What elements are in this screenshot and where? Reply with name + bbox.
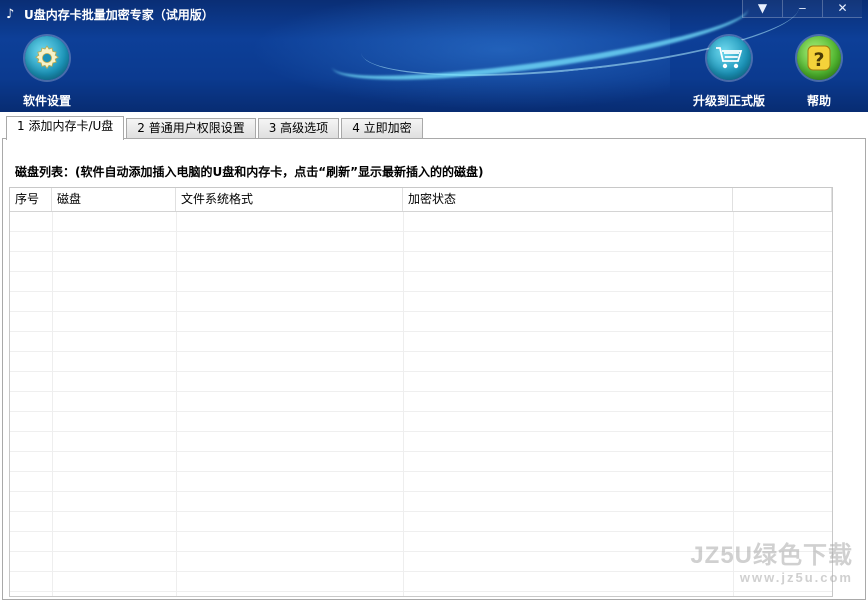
question-icon: ?: [797, 36, 841, 80]
settings-button[interactable]: 软件设置: [12, 36, 82, 109]
column-header-filesystem[interactable]: 文件系统格式: [176, 188, 403, 211]
app-icon: ♪: [6, 7, 15, 22]
disk-list-label: 磁盘列表：(软件自动添加插入电脑的U盘和内存卡，点击“刷新”显示最新插入的的磁盘…: [15, 165, 484, 179]
watermark-title: JZ5U绿色下载: [690, 542, 853, 569]
column-header-empty: [733, 188, 832, 211]
cart-icon: [707, 36, 751, 80]
upgrade-label: 升级到正式版: [692, 94, 765, 108]
column-header-disk[interactable]: 磁盘: [52, 188, 176, 211]
tab-bar: 1 添加内存卡/U盘 2 普通用户权限设置 3 高级选项 4 立即加密: [6, 116, 425, 140]
tab-advanced-options[interactable]: 3 高级选项: [257, 118, 340, 139]
svg-text:?: ?: [813, 49, 824, 71]
column-header-encryption-status[interactable]: 加密状态: [403, 188, 733, 211]
table-header: 序号 磁盘 文件系统格式 加密状态: [10, 188, 832, 212]
column-header-index[interactable]: 序号: [10, 188, 52, 211]
menu-dropdown-button[interactable]: ▼: [742, 0, 782, 18]
help-label: 帮助: [806, 94, 831, 108]
upgrade-button[interactable]: 升级到正式版: [692, 36, 766, 109]
tab-panel: 磁盘列表：(软件自动添加插入电脑的U盘和内存卡，点击“刷新”显示最新插入的的磁盘…: [2, 138, 866, 600]
tab-user-permissions[interactable]: 2 普通用户权限设置: [126, 118, 256, 139]
window-controls: ▼ ‒ ✕: [742, 0, 862, 18]
watermark-url: www.jz5u.com: [739, 570, 853, 585]
header-banner: ♪ U盘内存卡批量加密专家（试用版） ▼ ‒ ✕ 软件设置 升级到正式版 ? 帮…: [0, 0, 868, 112]
app-window: ♪ U盘内存卡批量加密专家（试用版） ▼ ‒ ✕ 软件设置 升级到正式版 ? 帮…: [0, 0, 868, 603]
settings-label: 软件设置: [22, 94, 71, 108]
tab-encrypt-now[interactable]: 4 立即加密: [341, 118, 423, 139]
gear-icon: [25, 36, 69, 80]
window-title: U盘内存卡批量加密专家（试用版）: [24, 8, 214, 22]
watermark: JZ5U绿色下载 www.jz5u.com: [690, 535, 853, 585]
minimize-button[interactable]: ‒: [782, 0, 822, 18]
help-button[interactable]: ? 帮助: [784, 36, 854, 109]
tab-add-storage[interactable]: 1 添加内存卡/U盘: [6, 116, 125, 140]
close-button[interactable]: ✕: [822, 0, 862, 18]
